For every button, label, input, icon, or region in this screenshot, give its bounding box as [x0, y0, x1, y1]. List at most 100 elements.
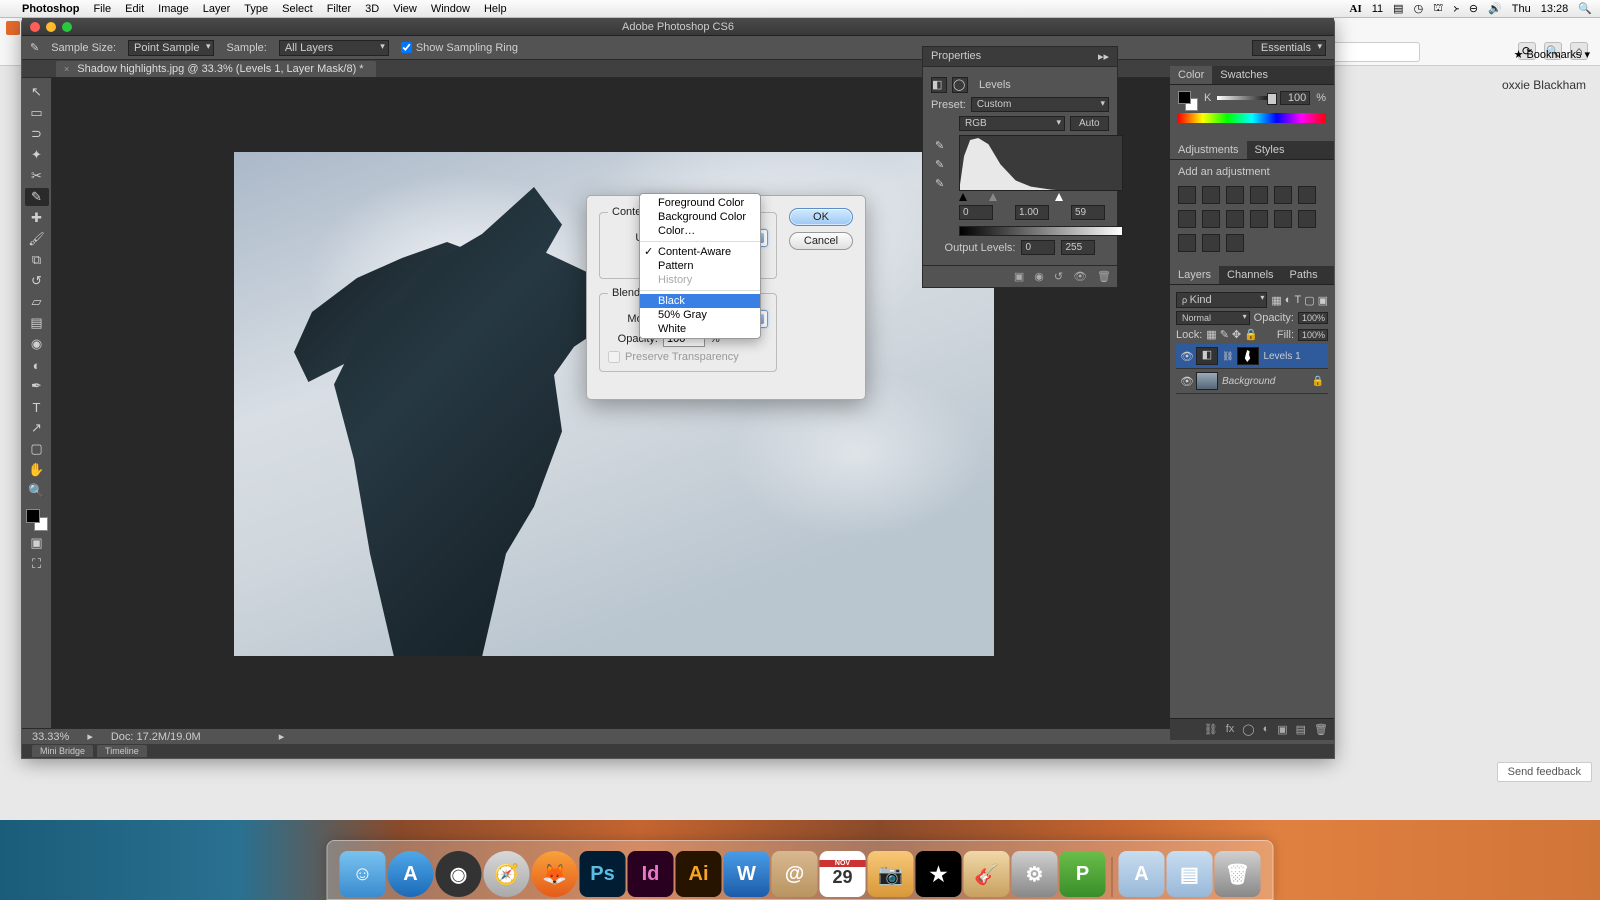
trash-icon[interactable]: 🗑	[1314, 723, 1328, 736]
brush-tool-icon[interactable]: 🖌	[25, 230, 49, 248]
visibility-icon[interactable]: 👁	[1073, 270, 1087, 283]
send-feedback-button[interactable]: Send feedback	[1497, 762, 1592, 782]
menu-item-black[interactable]: Black	[640, 294, 760, 308]
output-low-input[interactable]: 0	[1021, 240, 1055, 255]
dock-photoshop-icon[interactable]: Ps	[580, 851, 626, 897]
auto-button[interactable]: Auto	[1070, 116, 1109, 131]
view-previous-icon[interactable]: ◉	[1034, 270, 1044, 283]
layer-row-background[interactable]: 👁 Background 🔒	[1176, 369, 1328, 394]
ok-button[interactable]: OK	[789, 208, 853, 226]
tab-layers[interactable]: Layers	[1170, 266, 1219, 284]
adj-colbal-icon[interactable]	[1178, 210, 1196, 228]
properties-tab[interactable]: Properties	[931, 50, 981, 63]
lock-trans-icon[interactable]: ▦	[1206, 328, 1216, 341]
adj-invert-icon[interactable]	[1274, 210, 1292, 228]
preset-dropdown[interactable]: Custom	[971, 97, 1109, 112]
wifi-icon[interactable]: ⊖	[1469, 2, 1478, 15]
white-eyedropper-icon[interactable]: ✎	[935, 177, 944, 190]
bluetooth-icon[interactable]: ᚛	[1453, 2, 1459, 15]
stamp-tool-icon[interactable]: ⧉	[25, 251, 49, 269]
adj-brightness-icon[interactable]	[1178, 186, 1196, 204]
tab-close-icon[interactable]: ×	[64, 64, 69, 74]
zoom-level[interactable]: 33.33%	[32, 731, 69, 743]
tab-swatches[interactable]: Swatches	[1212, 66, 1276, 84]
black-eyedropper-icon[interactable]: ✎	[935, 139, 944, 152]
filter-adj-icon[interactable]: ◐	[1285, 294, 1292, 307]
pen-tool-icon[interactable]: ✒	[25, 377, 49, 395]
adj-levels-icon[interactable]	[1202, 186, 1220, 204]
dock-documents-icon[interactable]: ▤	[1167, 851, 1213, 897]
crop-tool-icon[interactable]: ✂	[25, 167, 49, 185]
mask-icon[interactable]: ◯	[952, 77, 968, 93]
path-tool-icon[interactable]: ↗	[25, 419, 49, 437]
heal-tool-icon[interactable]: ✚	[25, 209, 49, 227]
doc-size[interactable]: Doc: 17.2M/19.0M	[111, 731, 201, 743]
lock-pos-icon[interactable]: ✥	[1232, 328, 1241, 341]
timeline-play-icon[interactable]: ▸	[279, 730, 285, 743]
menu-filter[interactable]: Filter	[327, 3, 351, 15]
reset-icon[interactable]: ↺	[1054, 270, 1063, 283]
dock-sysprefs-icon[interactable]: ⚙	[1012, 851, 1058, 897]
output-gradient[interactable]	[959, 226, 1123, 236]
layer-row-levels1[interactable]: 👁 ◧ ⛓ Levels 1	[1176, 344, 1328, 369]
menu-layer[interactable]: Layer	[203, 3, 231, 15]
cancel-button[interactable]: Cancel	[789, 232, 853, 250]
dock-photobooth-icon[interactable]: 📷	[868, 851, 914, 897]
status-expand-icon[interactable]: ▸	[87, 730, 93, 743]
menubar-time[interactable]: 13:28	[1541, 3, 1569, 15]
volume-icon[interactable]: 🔊	[1488, 2, 1502, 15]
color-fgbg-swatch[interactable]	[1178, 91, 1198, 111]
marquee-tool-icon[interactable]: ▭	[25, 104, 49, 122]
filter-smart-icon[interactable]: ▣	[1318, 294, 1328, 307]
menu-item-background[interactable]: Background Color	[640, 210, 760, 224]
dock-contacts-icon[interactable]: @	[772, 851, 818, 897]
dock-indesign-icon[interactable]: Id	[628, 851, 674, 897]
eyedropper-tool-icon[interactable]: ✎	[25, 188, 49, 206]
menu-help[interactable]: Help	[484, 3, 507, 15]
tab-timeline[interactable]: Timeline	[97, 745, 147, 757]
dock-calendar-icon[interactable]: NOV29	[820, 851, 866, 897]
close-icon[interactable]	[30, 22, 40, 32]
menubar-day[interactable]: Thu	[1512, 3, 1531, 15]
tab-color[interactable]: Color	[1170, 66, 1212, 84]
dock-publisher-icon[interactable]: P	[1060, 851, 1106, 897]
canvas-area[interactable]	[52, 78, 1334, 728]
minimize-icon[interactable]	[46, 22, 56, 32]
layer-name[interactable]: Background	[1222, 376, 1275, 387]
tab-channels[interactable]: Channels	[1219, 266, 1281, 284]
tab-mini-bridge[interactable]: Mini Bridge	[32, 745, 93, 757]
blur-tool-icon[interactable]: ◉	[25, 335, 49, 353]
layer-fill-input[interactable]: 100%	[1298, 329, 1328, 341]
menu-item-foreground[interactable]: Foreground Color	[640, 196, 760, 210]
blend-mode-dropdown[interactable]: Normal	[1176, 311, 1250, 325]
filter-pixel-icon[interactable]: ▦	[1271, 294, 1281, 307]
tab-adjustments[interactable]: Adjustments	[1170, 141, 1247, 159]
layer-filter-kind[interactable]: ρ Kind	[1176, 292, 1267, 308]
menu-edit[interactable]: Edit	[125, 3, 144, 15]
menu-item-color[interactable]: Color…	[640, 224, 760, 238]
output-high-input[interactable]: 255	[1061, 240, 1095, 255]
levels-mid-input[interactable]: 1.00	[1015, 205, 1049, 220]
quickmask-icon[interactable]: ▣	[25, 534, 49, 552]
dock-dashboard-icon[interactable]: ◉	[436, 851, 482, 897]
filter-type-icon[interactable]: T	[1294, 294, 1301, 307]
move-tool-icon[interactable]: ↖	[25, 83, 49, 101]
gray-eyedropper-icon[interactable]: ✎	[935, 158, 944, 171]
menu-item-content-aware[interactable]: Content-Aware	[640, 245, 760, 259]
layer-opacity-input[interactable]: 100%	[1298, 312, 1328, 324]
menu-image[interactable]: Image	[158, 3, 189, 15]
link-layers-icon[interactable]: ⛓	[1204, 723, 1218, 736]
adj-poster-icon[interactable]	[1298, 210, 1316, 228]
app-menu[interactable]: Photoshop	[22, 3, 79, 15]
new-layer-icon[interactable]: ▤	[1296, 723, 1306, 736]
tab-styles[interactable]: Styles	[1247, 141, 1293, 159]
link-icon[interactable]: ⛓	[1222, 351, 1233, 362]
levels-black-input[interactable]: 0	[959, 205, 993, 220]
menu-file[interactable]: File	[93, 3, 111, 15]
dock-applications-icon[interactable]: A	[1119, 851, 1165, 897]
spectrum-bar[interactable]	[1178, 113, 1326, 123]
dock-garageband-icon[interactable]: 🎸	[964, 851, 1010, 897]
menu-type[interactable]: Type	[244, 3, 268, 15]
adj-vibrance-icon[interactable]	[1274, 186, 1292, 204]
layer-name[interactable]: Levels 1	[1263, 351, 1300, 362]
